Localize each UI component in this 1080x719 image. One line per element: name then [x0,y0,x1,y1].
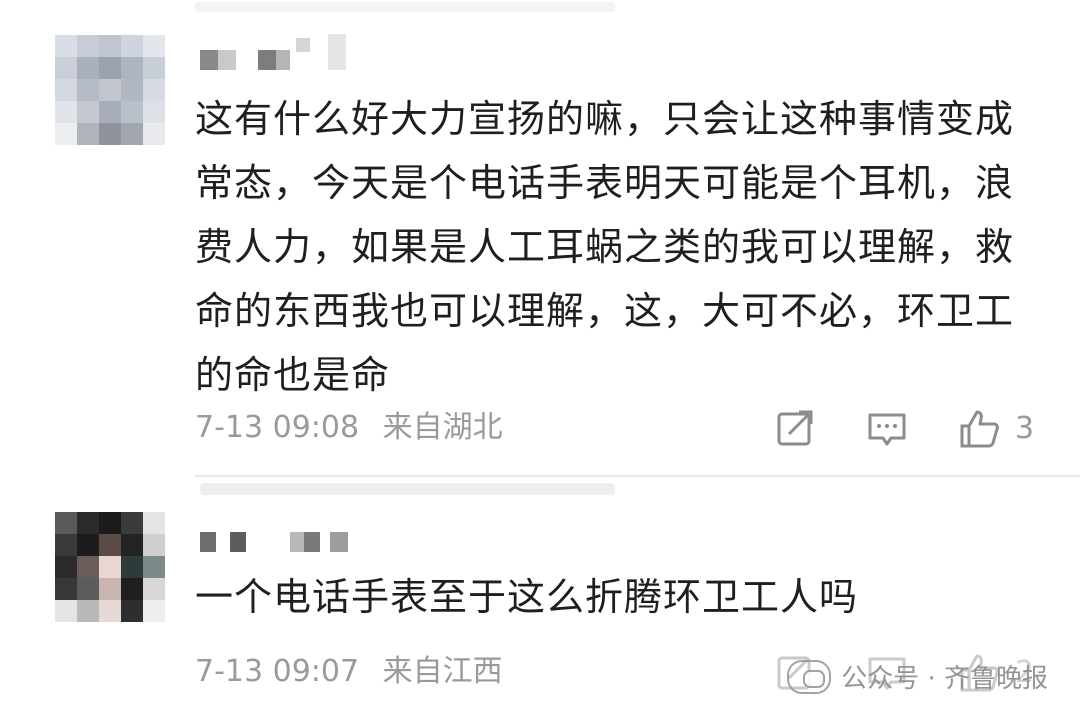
repost-icon[interactable] [775,408,815,448]
comment-meta: 7-13 09:08 来自湖北 [195,408,517,448]
comment-text: 一个电话手表至于这么折腾环卫工人吗 [195,575,859,619]
watermark-text: 公众号 · 齐鲁晚报 [841,664,1048,694]
avatar[interactable] [55,35,165,145]
comment-date: 7-13 09:08 [195,410,360,445]
comment-location: 来自江西 [382,654,503,689]
username-blurred[interactable] [200,532,360,552]
shadow-divider [200,483,615,495]
comment-text: 这有什么好大力宣扬的嘛，只会让这种事情变成常态，今天是个电话手表明天可能是个耳机… [195,97,1015,397]
wechat-icon [787,659,832,694]
thumbs-up-icon[interactable] [959,408,999,448]
username-blurred[interactable] [200,34,350,70]
comment-location: 来自湖北 [382,410,503,445]
comment-icon[interactable] [867,408,907,448]
comment-actions: 3 [775,408,1034,448]
watermark: 公众号 · 齐鲁晚报 [787,658,1048,695]
avatar[interactable] [55,512,165,622]
like-count: 3 [1015,410,1035,446]
comment-date: 7-13 09:07 [195,654,360,689]
comment-divider [195,475,1080,477]
top-divider [195,2,615,12]
comment-meta: 7-13 09:07 来自江西 [195,652,517,692]
